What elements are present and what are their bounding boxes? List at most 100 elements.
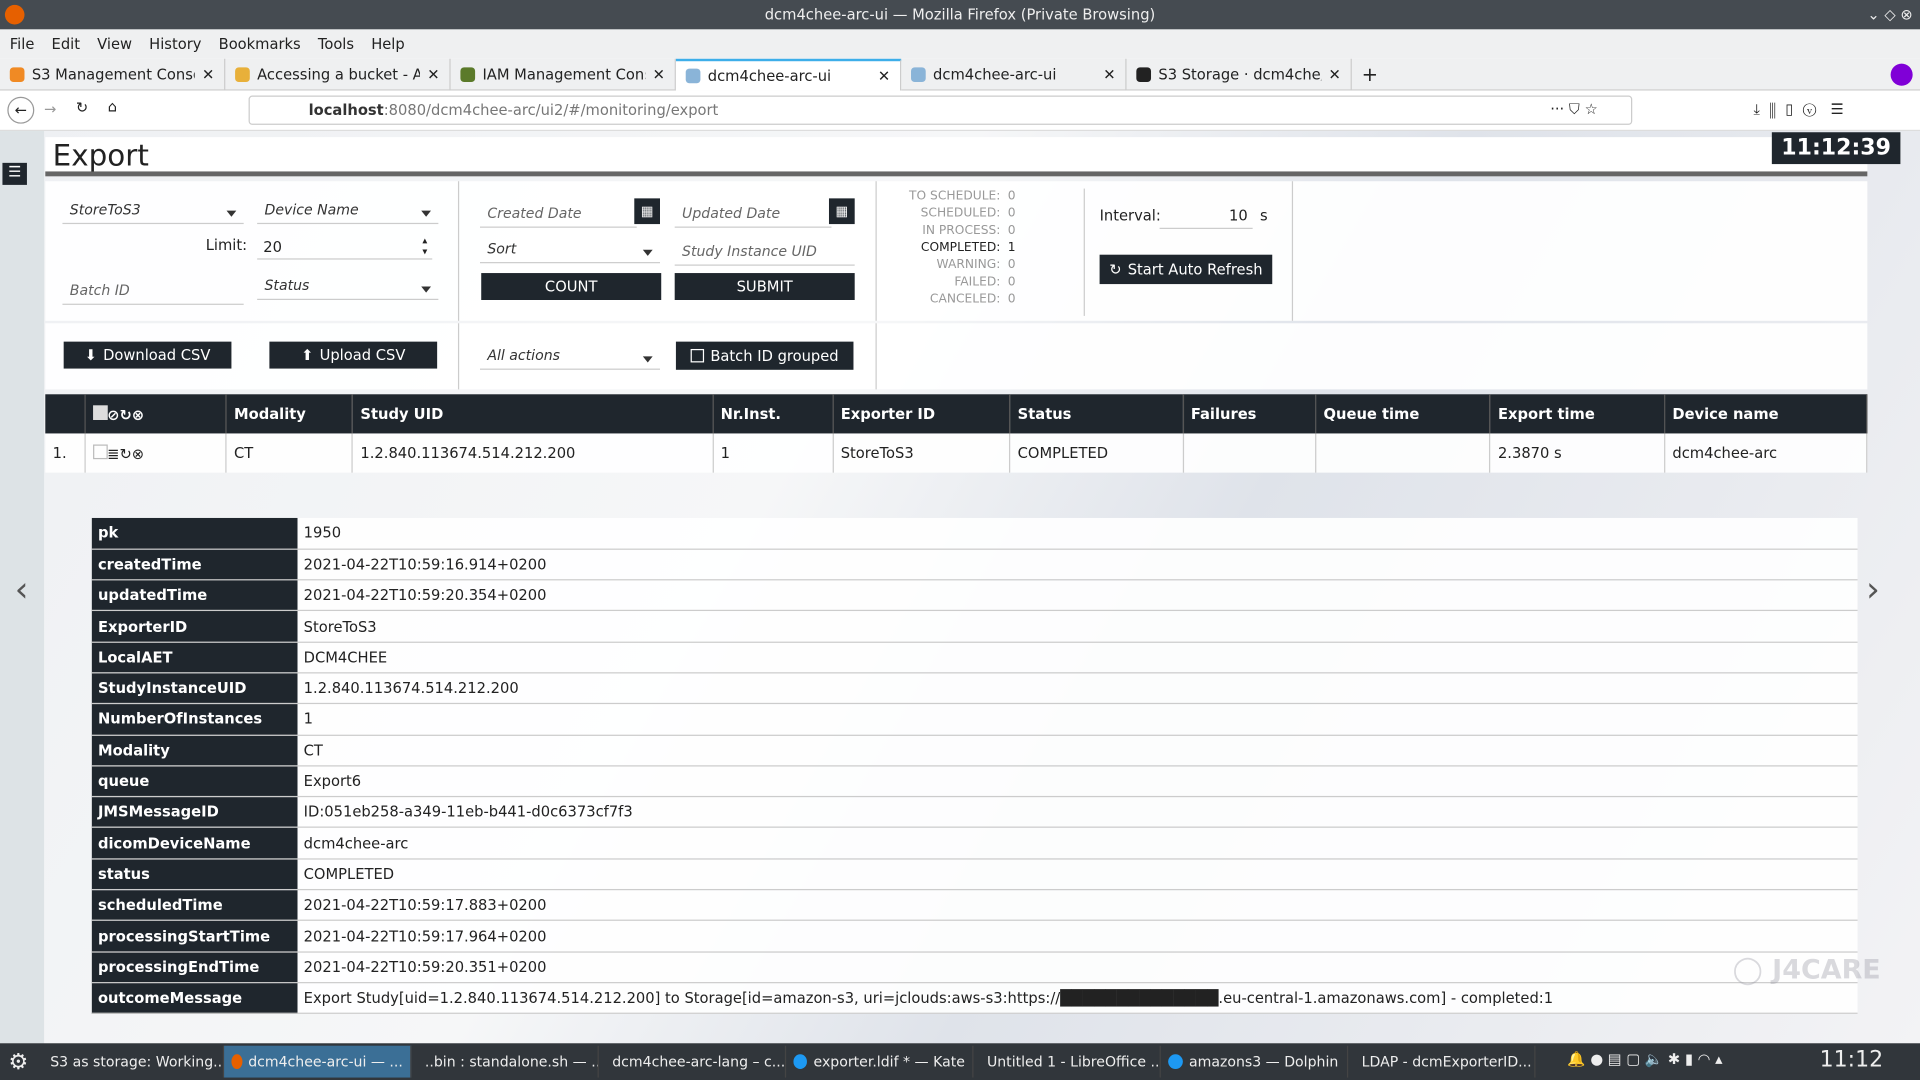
taskbar-item[interactable]: dcm4chee-arc-lang – c... (599, 1045, 787, 1078)
url-bar[interactable]: localhost:8080/dcm4chee-arc/ui2/#/monito… (248, 95, 1633, 125)
row-action-icons[interactable]: ≣↻⊗ (107, 445, 144, 462)
close-tab-icon[interactable]: ✕ (1103, 66, 1115, 83)
window-controls[interactable]: ⌄ ◇ ⊗ (1867, 0, 1912, 29)
browser-tab[interactable]: dcm4chee-arc-ui ✕ (901, 58, 1127, 91)
toolbar-icons[interactable]: ⤓ ⫼ ▯ ⓥ ☰ (1753, 100, 1843, 118)
batch-grouped-toggle[interactable]: Batch ID grouped (675, 341, 854, 370)
menu-toggle-icon[interactable]: ☰ (2, 162, 27, 185)
menu-edit[interactable]: Edit (52, 36, 80, 53)
auto-refresh-button[interactable]: ↻ Start Auto Refresh (1099, 254, 1273, 285)
menu-history[interactable]: History (149, 36, 201, 53)
column-header[interactable]: Exporter ID (832, 394, 1011, 434)
taskbar-item[interactable]: dcm4chee-arc-ui — ... (224, 1045, 412, 1078)
home-button[interactable]: ⌂ (108, 98, 117, 115)
browser-tab[interactable]: S3 Management Console ✕ (0, 58, 226, 91)
page-title: Export (52, 138, 149, 173)
tab-label: IAM Management Console (482, 66, 645, 84)
column-header[interactable]: Failures (1182, 394, 1317, 434)
updated-date-input[interactable]: Updated Date (674, 200, 832, 228)
browser-tab[interactable]: dcm4chee-arc-ui ✕ (675, 58, 902, 91)
status-counts: TO SCHEDULE: 0 SCHEDULED: 0 IN PROCESS: 0 COMP… (868, 189, 1027, 309)
column-header[interactable]: Device name (1664, 394, 1868, 434)
calendar-icon[interactable]: ▦ (828, 198, 855, 225)
interval-input[interactable]: 10 (1159, 203, 1253, 229)
taskbar-item[interactable]: ..bin : standalone.sh — ... (411, 1045, 599, 1078)
limit-input[interactable]: 20 ▴ ▾ (257, 233, 433, 260)
row-actions[interactable]: ≣↻⊗ (84, 433, 227, 473)
taskbar-label: ..bin : standalone.sh — ... (424, 1053, 599, 1071)
tab-label: S3 Management Console (31, 66, 195, 84)
column-header[interactable]: Export time (1489, 394, 1666, 434)
taskbar-item[interactable]: exporter.ldif * — Kate (786, 1045, 974, 1078)
select-all-checkbox[interactable] (92, 404, 108, 420)
stat-label: FAILED: (954, 275, 1001, 289)
taskbar: ⚙ S3 as storage: Working... dcm4chee-arc-… (0, 1043, 1920, 1080)
column-header[interactable]: Nr.Inst. (712, 394, 834, 434)
detail-row: LocalAET DCM4CHEE (91, 641, 1858, 674)
checkbox[interactable] (690, 348, 705, 363)
device-select[interactable]: Device Name (257, 196, 439, 225)
batch-id-input[interactable]: Batch ID (62, 277, 244, 305)
column-header[interactable]: Modality (226, 394, 354, 434)
app-launcher-icon[interactable]: ⚙ (0, 1049, 37, 1075)
menu-file[interactable]: File (10, 36, 35, 53)
download-csv-button[interactable]: ⬇ Download CSV (63, 341, 232, 369)
chevron-right-icon[interactable]: › (1866, 569, 1880, 609)
close-tab-icon[interactable]: ✕ (202, 66, 214, 83)
detail-key: StudyInstanceUID (91, 672, 298, 705)
stat-label: IN PROCESS: (922, 224, 1001, 238)
browser-tab[interactable]: Accessing a bucket - Amaz ✕ (225, 58, 451, 91)
forward-button[interactable]: → (44, 100, 56, 117)
stat-row: WARNING: 0 (868, 257, 1027, 274)
table-row[interactable]: 1. ≣↻⊗ CT 1.2.840.113674.514.212.200 1 StoreT… (45, 433, 1868, 473)
detail-key: scheduledTime (91, 889, 298, 922)
detail-row: status COMPLETED (91, 858, 1858, 891)
submit-button[interactable]: SUBMIT (674, 273, 855, 301)
action-icons[interactable]: ⊘↻⊗ (107, 406, 144, 423)
close-tab-icon[interactable]: ✕ (878, 67, 890, 84)
column-header[interactable]: Status (1009, 394, 1184, 434)
clock: 11:12:39 (1771, 132, 1901, 165)
menu-tools[interactable]: Tools (318, 36, 354, 53)
detail-value: 2021-04-22T10:59:17.883+0200 (297, 889, 1858, 922)
created-date-input[interactable]: Created Date (480, 200, 637, 228)
status-select[interactable]: Status (257, 272, 439, 301)
detail-key: updatedTime (91, 579, 298, 612)
all-actions-select[interactable]: All actions (480, 342, 661, 370)
study-uid-input[interactable]: Study Instance UID (674, 238, 855, 266)
detail-value: Export Study[uid=1.2.840.113674.514.212.… (297, 982, 1858, 1015)
taskbar-item[interactable]: amazons3 — Dolphin (1161, 1045, 1349, 1078)
menu-help[interactable]: Help (371, 36, 405, 53)
interval-unit: s (1260, 206, 1268, 225)
close-tab-icon[interactable]: ✕ (653, 66, 665, 83)
upload-csv-button[interactable]: ⬆ Upload CSV (269, 341, 438, 369)
taskbar-item[interactable]: LDAP - dcmExporterID... (1348, 1045, 1536, 1078)
count-button[interactable]: COUNT (481, 273, 662, 301)
browser-tab[interactable]: IAM Management Console ✕ (451, 58, 676, 91)
stepper-icon[interactable]: ▴ ▾ (422, 235, 427, 257)
column-header[interactable]: Queue time (1315, 394, 1491, 434)
row-checkbox[interactable] (92, 443, 108, 459)
sort-select[interactable]: Sort (480, 235, 661, 264)
page-actions-icon[interactable]: ··· ⛉ ☆ (1550, 100, 1598, 118)
column-header[interactable]: Study UID (352, 394, 714, 434)
detail-value: 2021-04-22T10:59:20.351+0200 (297, 951, 1858, 984)
taskbar-item[interactable]: S3 as storage: Working... (37, 1045, 225, 1078)
close-tab-icon[interactable]: ✕ (427, 66, 439, 83)
browser-tab[interactable]: S3 Storage · dcm4che/dcm ✕ (1127, 58, 1352, 91)
stat-value: 1 (1007, 241, 1016, 255)
chevron-left-icon[interactable]: ‹ (15, 569, 29, 609)
system-tray-icons[interactable]: 🔔 ● ▤ ▢ 🔈 ✱ ▮ ◠ ▴ (1567, 1051, 1722, 1068)
back-button[interactable]: ← (7, 96, 35, 124)
menu-bookmarks[interactable]: Bookmarks (219, 36, 301, 53)
detail-value: 2021-04-22T10:59:16.914+0200 (297, 548, 1858, 581)
detail-row: dicomDeviceName dcm4chee-arc (91, 827, 1858, 860)
taskbar-item[interactable]: Untitled 1 - LibreOffice ... (973, 1045, 1161, 1078)
new-tab-button[interactable]: + (1352, 59, 1388, 90)
close-tab-icon[interactable]: ✕ (1328, 66, 1340, 83)
detail-row: processingEndTime 2021-04-22T10:59:20.351… (91, 951, 1858, 984)
exporter-select[interactable]: StoreToS3 (62, 196, 244, 225)
reload-button[interactable]: ↻ (76, 99, 88, 116)
menu-view[interactable]: View (97, 36, 132, 53)
calendar-icon[interactable]: ▦ (634, 198, 661, 225)
